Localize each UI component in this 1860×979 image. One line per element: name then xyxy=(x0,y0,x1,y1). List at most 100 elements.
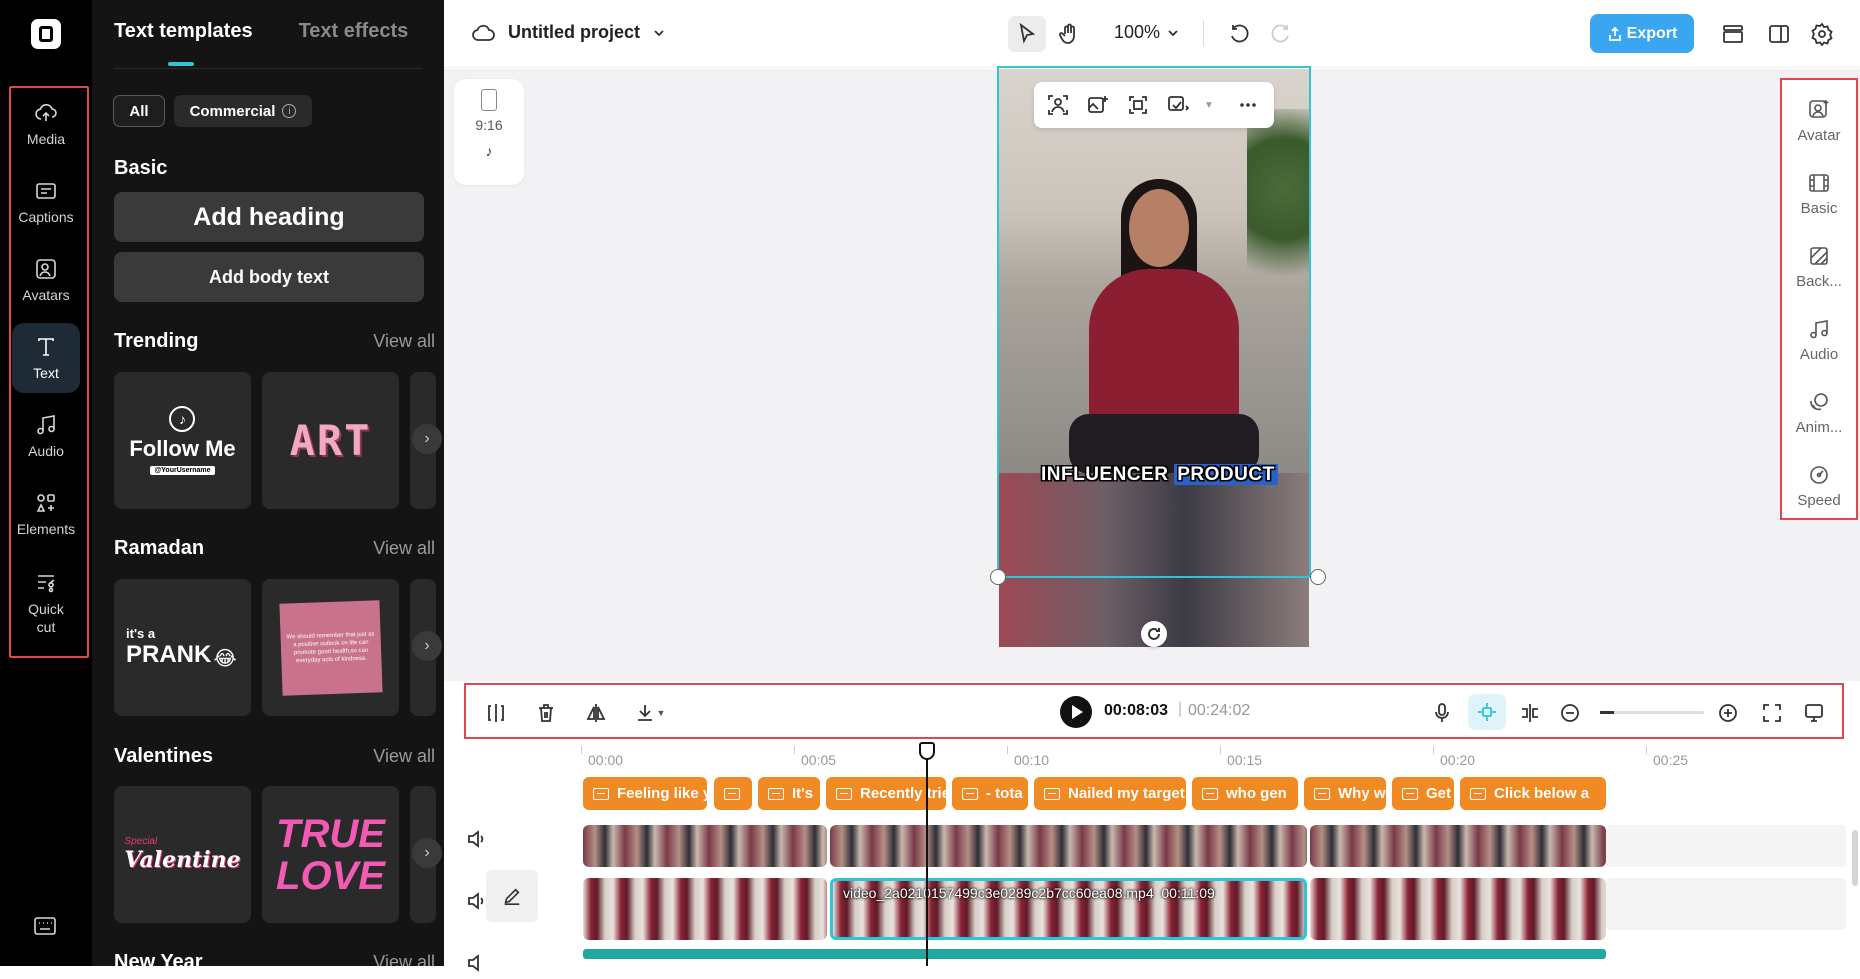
add-heading-button[interactable]: Add heading xyxy=(114,192,424,242)
template-card-prank[interactable]: it's a PRANK 😂 xyxy=(114,579,251,716)
timeline-zoom-slider[interactable] xyxy=(1600,711,1704,714)
replace-media-button[interactable] xyxy=(1084,91,1112,119)
aspect-ratio-button[interactable]: 9:16 ♪ xyxy=(454,79,524,185)
caption-clip[interactable]: Click below a xyxy=(1460,777,1606,810)
auto-snap-toggle[interactable] xyxy=(1468,694,1506,730)
volume-icon xyxy=(466,890,488,912)
view-all-link[interactable]: View all xyxy=(373,746,435,767)
resize-handle[interactable] xyxy=(990,569,1006,585)
replace-button[interactable] xyxy=(1164,91,1192,119)
template-card-art[interactable]: ART xyxy=(262,372,399,509)
template-card-follow-me[interactable]: ♪ Follow Me @YourUsername xyxy=(114,372,251,509)
settings-button[interactable] xyxy=(1803,16,1841,52)
split-track-button[interactable] xyxy=(1516,699,1544,727)
caption-clip[interactable]: Nailed my target xyxy=(1034,777,1186,810)
caption-clip[interactable]: It's xyxy=(758,777,820,810)
section-title-trending: Trending xyxy=(114,330,198,353)
rail-item-captions[interactable]: Captions xyxy=(12,167,80,237)
rail-item-elements[interactable]: Elements xyxy=(12,479,80,549)
mute-track-button[interactable] xyxy=(466,890,488,912)
minus-circle-icon xyxy=(1559,702,1581,724)
overlay-clip[interactable] xyxy=(1310,825,1606,867)
fit-timeline-button[interactable] xyxy=(1758,699,1786,727)
film-icon xyxy=(1808,172,1830,194)
layout-toggle-button[interactable] xyxy=(1760,16,1798,52)
more-options-button[interactable] xyxy=(1234,91,1262,119)
rail-item-text[interactable]: Text xyxy=(12,323,80,393)
filter-commercial-chip[interactable]: Commercial i xyxy=(174,95,312,127)
rail-item-audio[interactable]: Audio xyxy=(12,401,80,471)
capcut-logo[interactable] xyxy=(31,19,61,49)
view-all-link[interactable]: View all xyxy=(373,952,435,966)
prop-audio[interactable]: Audio xyxy=(1784,309,1854,371)
timeline-scrollbar[interactable] xyxy=(1852,830,1858,886)
layers-button[interactable] xyxy=(1714,16,1752,52)
overlay-clip[interactable] xyxy=(583,825,827,867)
template-card-quote[interactable]: We should remember that just as a positi… xyxy=(262,579,399,716)
rail-item-media[interactable]: Media xyxy=(12,89,80,159)
prop-speed[interactable]: Speed xyxy=(1784,455,1854,517)
tab-text-effects[interactable]: Text effects xyxy=(299,20,409,43)
view-all-link[interactable]: View all xyxy=(373,538,435,559)
zoom-out-button[interactable] xyxy=(1556,699,1584,727)
record-voice-button[interactable] xyxy=(1428,699,1456,727)
delete-button[interactable] xyxy=(532,699,560,727)
caption-clip[interactable]: - tota xyxy=(952,777,1028,810)
caption-icon xyxy=(1470,788,1486,800)
rotate-handle[interactable] xyxy=(1141,621,1167,647)
select-tool-button[interactable] xyxy=(1008,16,1046,52)
play-button[interactable] xyxy=(1060,696,1092,728)
main-video-clip-selected[interactable]: video_2a0210157499c3e0289c2b7cc60ea08.mp… xyxy=(830,878,1307,940)
music-note-icon xyxy=(1808,318,1830,340)
crop-button[interactable] xyxy=(1124,91,1152,119)
caption-clip[interactable]: Feeling like y xyxy=(583,777,707,810)
main-video-clip[interactable] xyxy=(583,878,827,940)
prop-avatar[interactable]: Avatar xyxy=(1784,90,1854,152)
redo-button[interactable] xyxy=(1261,16,1299,52)
resize-handle[interactable] xyxy=(1310,569,1326,585)
project-name-dropdown[interactable]: Untitled project xyxy=(472,22,666,43)
keyboard-shortcuts-icon[interactable] xyxy=(33,916,57,936)
caption-clip[interactable]: who gen xyxy=(1192,777,1298,810)
mute-track-button[interactable] xyxy=(466,828,488,850)
mute-track-button[interactable] xyxy=(466,952,488,974)
caption-clip[interactable]: Why w xyxy=(1304,777,1386,810)
edit-cover-button[interactable] xyxy=(486,870,538,922)
split-button[interactable] xyxy=(482,699,510,727)
prop-background[interactable]: Back... xyxy=(1784,236,1854,298)
add-body-text-button[interactable]: Add body text xyxy=(114,252,424,302)
caption-clip[interactable]: Recently trie xyxy=(826,777,946,810)
chevron-down-icon[interactable]: ▼ xyxy=(1204,100,1214,111)
overlay-clip[interactable] xyxy=(830,825,1307,867)
rail-item-quick-cut[interactable]: Quick cut xyxy=(12,563,80,643)
flip-button[interactable] xyxy=(582,699,610,727)
export-button[interactable]: Export xyxy=(1590,14,1694,53)
video-preview[interactable]: INFLUENCER PRODUCT xyxy=(999,69,1309,647)
tab-text-templates[interactable]: Text templates xyxy=(114,20,253,43)
carousel-next-button[interactable]: › xyxy=(412,838,442,868)
playhead-line[interactable] xyxy=(926,742,928,966)
template-card-true-love[interactable]: TRUE LOVE xyxy=(262,786,399,923)
carousel-next-button[interactable]: › xyxy=(412,631,442,661)
caption-clip[interactable] xyxy=(714,777,752,810)
undo-button[interactable] xyxy=(1221,16,1259,52)
main-video-clip[interactable] xyxy=(1310,878,1606,940)
prop-animation[interactable]: Anim... xyxy=(1784,382,1854,444)
download-dropdown[interactable]: ▼ xyxy=(628,699,672,727)
hand-tool-button[interactable] xyxy=(1050,16,1088,52)
top-bar: Untitled project 100% Export xyxy=(444,0,1860,68)
zoom-in-button[interactable] xyxy=(1714,699,1742,727)
remove-background-button[interactable] xyxy=(1044,91,1072,119)
rail-item-avatars[interactable]: Avatars xyxy=(12,245,80,315)
audio-clip[interactable] xyxy=(583,949,1606,959)
view-all-link[interactable]: View all xyxy=(373,331,435,352)
preview-panel-button[interactable] xyxy=(1800,699,1828,727)
video-caption[interactable]: INFLUENCER PRODUCT xyxy=(1041,464,1278,486)
template-card-valentine[interactable]: Special Valentine xyxy=(114,786,251,923)
carousel-next-button[interactable]: › xyxy=(412,424,442,454)
zoom-dropdown[interactable]: 100% xyxy=(1114,22,1180,43)
caption-clip[interactable]: Get xyxy=(1392,777,1454,810)
playhead-handle[interactable] xyxy=(919,742,935,760)
filter-all-chip[interactable]: All xyxy=(113,95,165,127)
prop-basic[interactable]: Basic xyxy=(1784,163,1854,225)
